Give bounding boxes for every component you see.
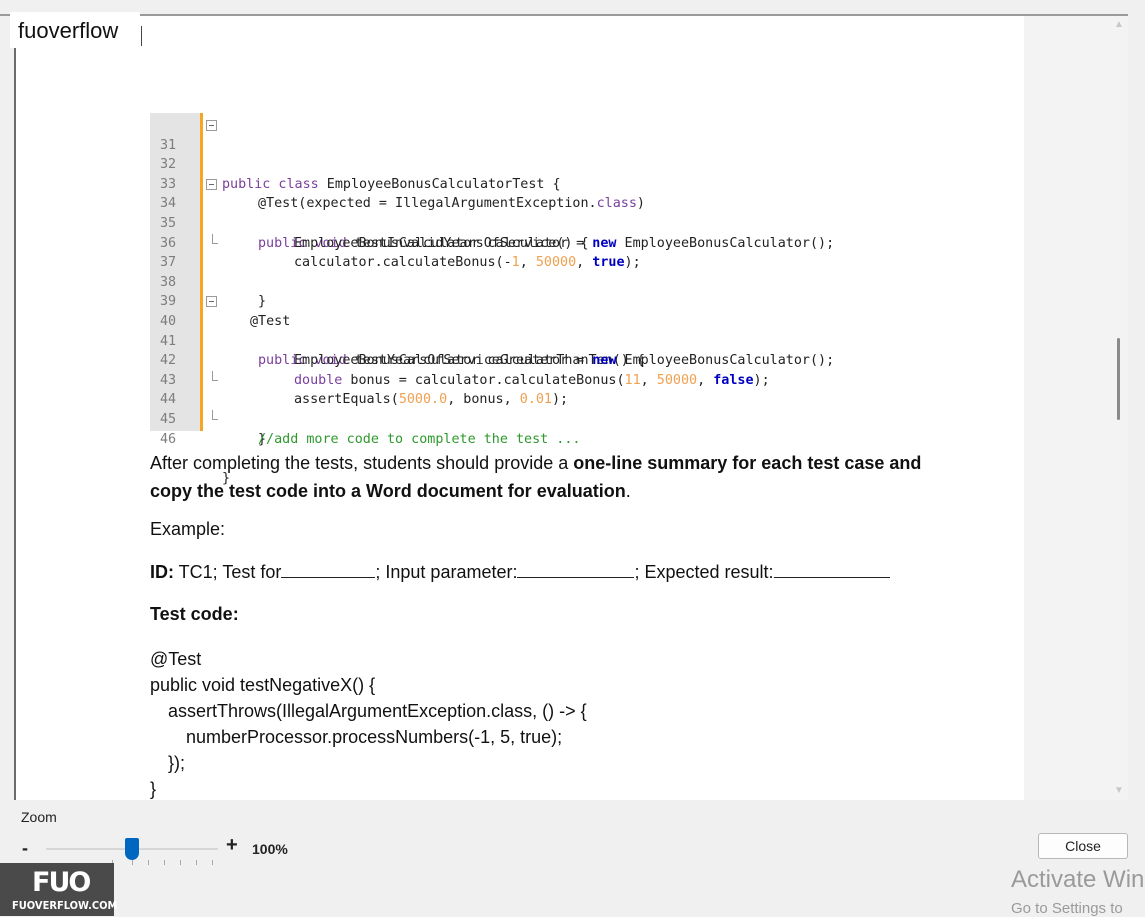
fold-end-icon xyxy=(212,410,218,420)
code-comment: //add more code to complete the test ... xyxy=(258,431,581,447)
id-text: ; Input parameter: xyxy=(375,562,518,582)
code-text: } xyxy=(258,294,267,310)
code-line: 41 EmployeeBonusCalculator calculator = … xyxy=(150,312,834,369)
search-input-value: fuoverflow xyxy=(18,18,119,43)
code-image: 31 public class EmployeeBonusCalculatorT… xyxy=(150,113,930,486)
instruction-text: After completing the tests, students sho… xyxy=(150,453,574,473)
code-line: 45 //add more code to complete the test … xyxy=(150,390,580,447)
test-code-heading: Test code: xyxy=(150,604,239,624)
example-heading: Example: xyxy=(150,519,226,539)
zoom-label: Zoom xyxy=(21,809,57,825)
slider-tick xyxy=(196,860,197,865)
id-text: TC1; Test for xyxy=(174,562,282,582)
code-text: @Test(expected = IllegalArgumentExceptio… xyxy=(258,196,645,212)
code-line: 42 double bonus = calculator.calculateBo… xyxy=(150,332,770,388)
slider-tick xyxy=(132,860,133,865)
scroll-down-arrow-icon[interactable]: ▼ xyxy=(1114,786,1124,796)
scroll-thumb[interactable] xyxy=(1117,338,1120,420)
code-line: 38 xyxy=(150,253,182,290)
fuoverflow-logo: FUO FUOVERFLOW.COM xyxy=(0,863,118,916)
code-line: 32 xyxy=(150,136,182,172)
zoom-slider-thumb[interactable] xyxy=(125,838,139,860)
instruction-text: . xyxy=(625,481,631,501)
search-input[interactable]: fuoverflow xyxy=(10,12,142,48)
instruction-paragraph: After completing the tests, students sho… xyxy=(150,449,950,505)
instruction-bold: copy the test code into a Word document … xyxy=(150,481,626,501)
activation-watermark-subtitle: Go to Settings to xyxy=(1011,900,1123,917)
fold-collapse-icon[interactable] xyxy=(206,120,217,131)
code-line: 36 calculator.calculateBonus(-1, 50000, … xyxy=(150,214,641,271)
code-line: 31 public class EmployeeBonusCalculatorT… xyxy=(150,116,561,192)
code-text: EmployeeBonusCalculator calculator = new… xyxy=(294,235,835,251)
code-line: 44 } xyxy=(150,370,266,447)
fold-collapse-icon[interactable] xyxy=(206,296,217,308)
blank-line xyxy=(281,563,376,578)
fold-end-icon xyxy=(212,370,218,381)
logo-mark: FUO xyxy=(32,867,91,898)
fold-collapse-icon[interactable] xyxy=(206,178,217,190)
snippet-line: }); xyxy=(168,753,186,773)
zoom-value: 100% xyxy=(252,841,288,857)
logo-text: FUOVERFLOW.COM xyxy=(12,899,118,912)
zoom-out-button[interactable]: - xyxy=(22,838,28,859)
blank-line xyxy=(517,563,635,578)
snippet-line: } xyxy=(150,779,157,799)
id-template-line: ID: TC1; Test for ; Input parameter: ; Exp… xyxy=(150,562,890,583)
code-line: 46 } xyxy=(150,410,230,486)
code-text: public class EmployeeBonusCalculatorTest… xyxy=(222,176,561,192)
snippet-line: @Test xyxy=(150,649,202,669)
code-text: EmployeeBonusCalculator calculator = new… xyxy=(294,353,835,369)
slider-tick xyxy=(212,860,213,865)
zoom-toolbar: Zoom - + 100% Close Activate Win Go to S… xyxy=(0,800,1145,917)
slider-tick xyxy=(180,860,181,865)
fold-marker-line xyxy=(200,113,203,431)
code-text: assertEquals(5000.0, bonus, 0.01); xyxy=(294,392,569,408)
activation-watermark-title: Activate Win xyxy=(1011,866,1145,893)
code-line: 37 } xyxy=(150,233,266,309)
test-code-snippet: @Test public void testNegativeX() { asse… xyxy=(150,646,587,802)
slider-tick xyxy=(164,860,165,865)
id-label: ID: xyxy=(150,562,174,582)
code-text: @Test xyxy=(250,313,291,329)
text-caret xyxy=(141,26,142,46)
vertical-scrollbar[interactable]: ▲ ▼ xyxy=(1110,16,1128,800)
scroll-up-arrow-icon[interactable]: ▲ xyxy=(1114,20,1124,30)
zoom-in-button[interactable]: + xyxy=(226,834,238,857)
code-line: 34 public void testInvalidYearsOfService… xyxy=(150,175,589,251)
instruction-bold: one-line summary for each test case and xyxy=(573,453,922,473)
code-line: 43 assertEquals(5000.0, bonus, 0.01); xyxy=(150,351,568,408)
close-button[interactable]: Close xyxy=(1038,833,1128,859)
snippet-line: assertThrows(IllegalArgumentException.cl… xyxy=(168,701,587,721)
viewer-margin xyxy=(1024,16,1110,800)
code-line: 40 public void testYearsOfServiceGreater… xyxy=(150,292,645,368)
code-line: 39 @Test xyxy=(150,273,290,329)
snippet-line: numberProcessor.processNumbers(-1, 5, tr… xyxy=(186,727,563,747)
code-line: 35 EmployeeBonusCalculator calculator = … xyxy=(150,194,834,251)
snippet-line: public void testNegativeX() { xyxy=(150,675,376,695)
blank-line xyxy=(773,563,890,578)
line-number: 46 xyxy=(160,431,177,447)
id-text: ; Expected result: xyxy=(634,562,774,582)
code-text: double bonus = calculator.calculateBonus… xyxy=(294,372,770,388)
code-text: calculator.calculateBonus(-1, 50000, tru… xyxy=(294,255,641,271)
slider-tick xyxy=(148,860,149,865)
code-line: 33 @Test(expected = IllegalArgumentExcep… xyxy=(150,155,645,212)
fold-end-icon xyxy=(212,233,218,244)
